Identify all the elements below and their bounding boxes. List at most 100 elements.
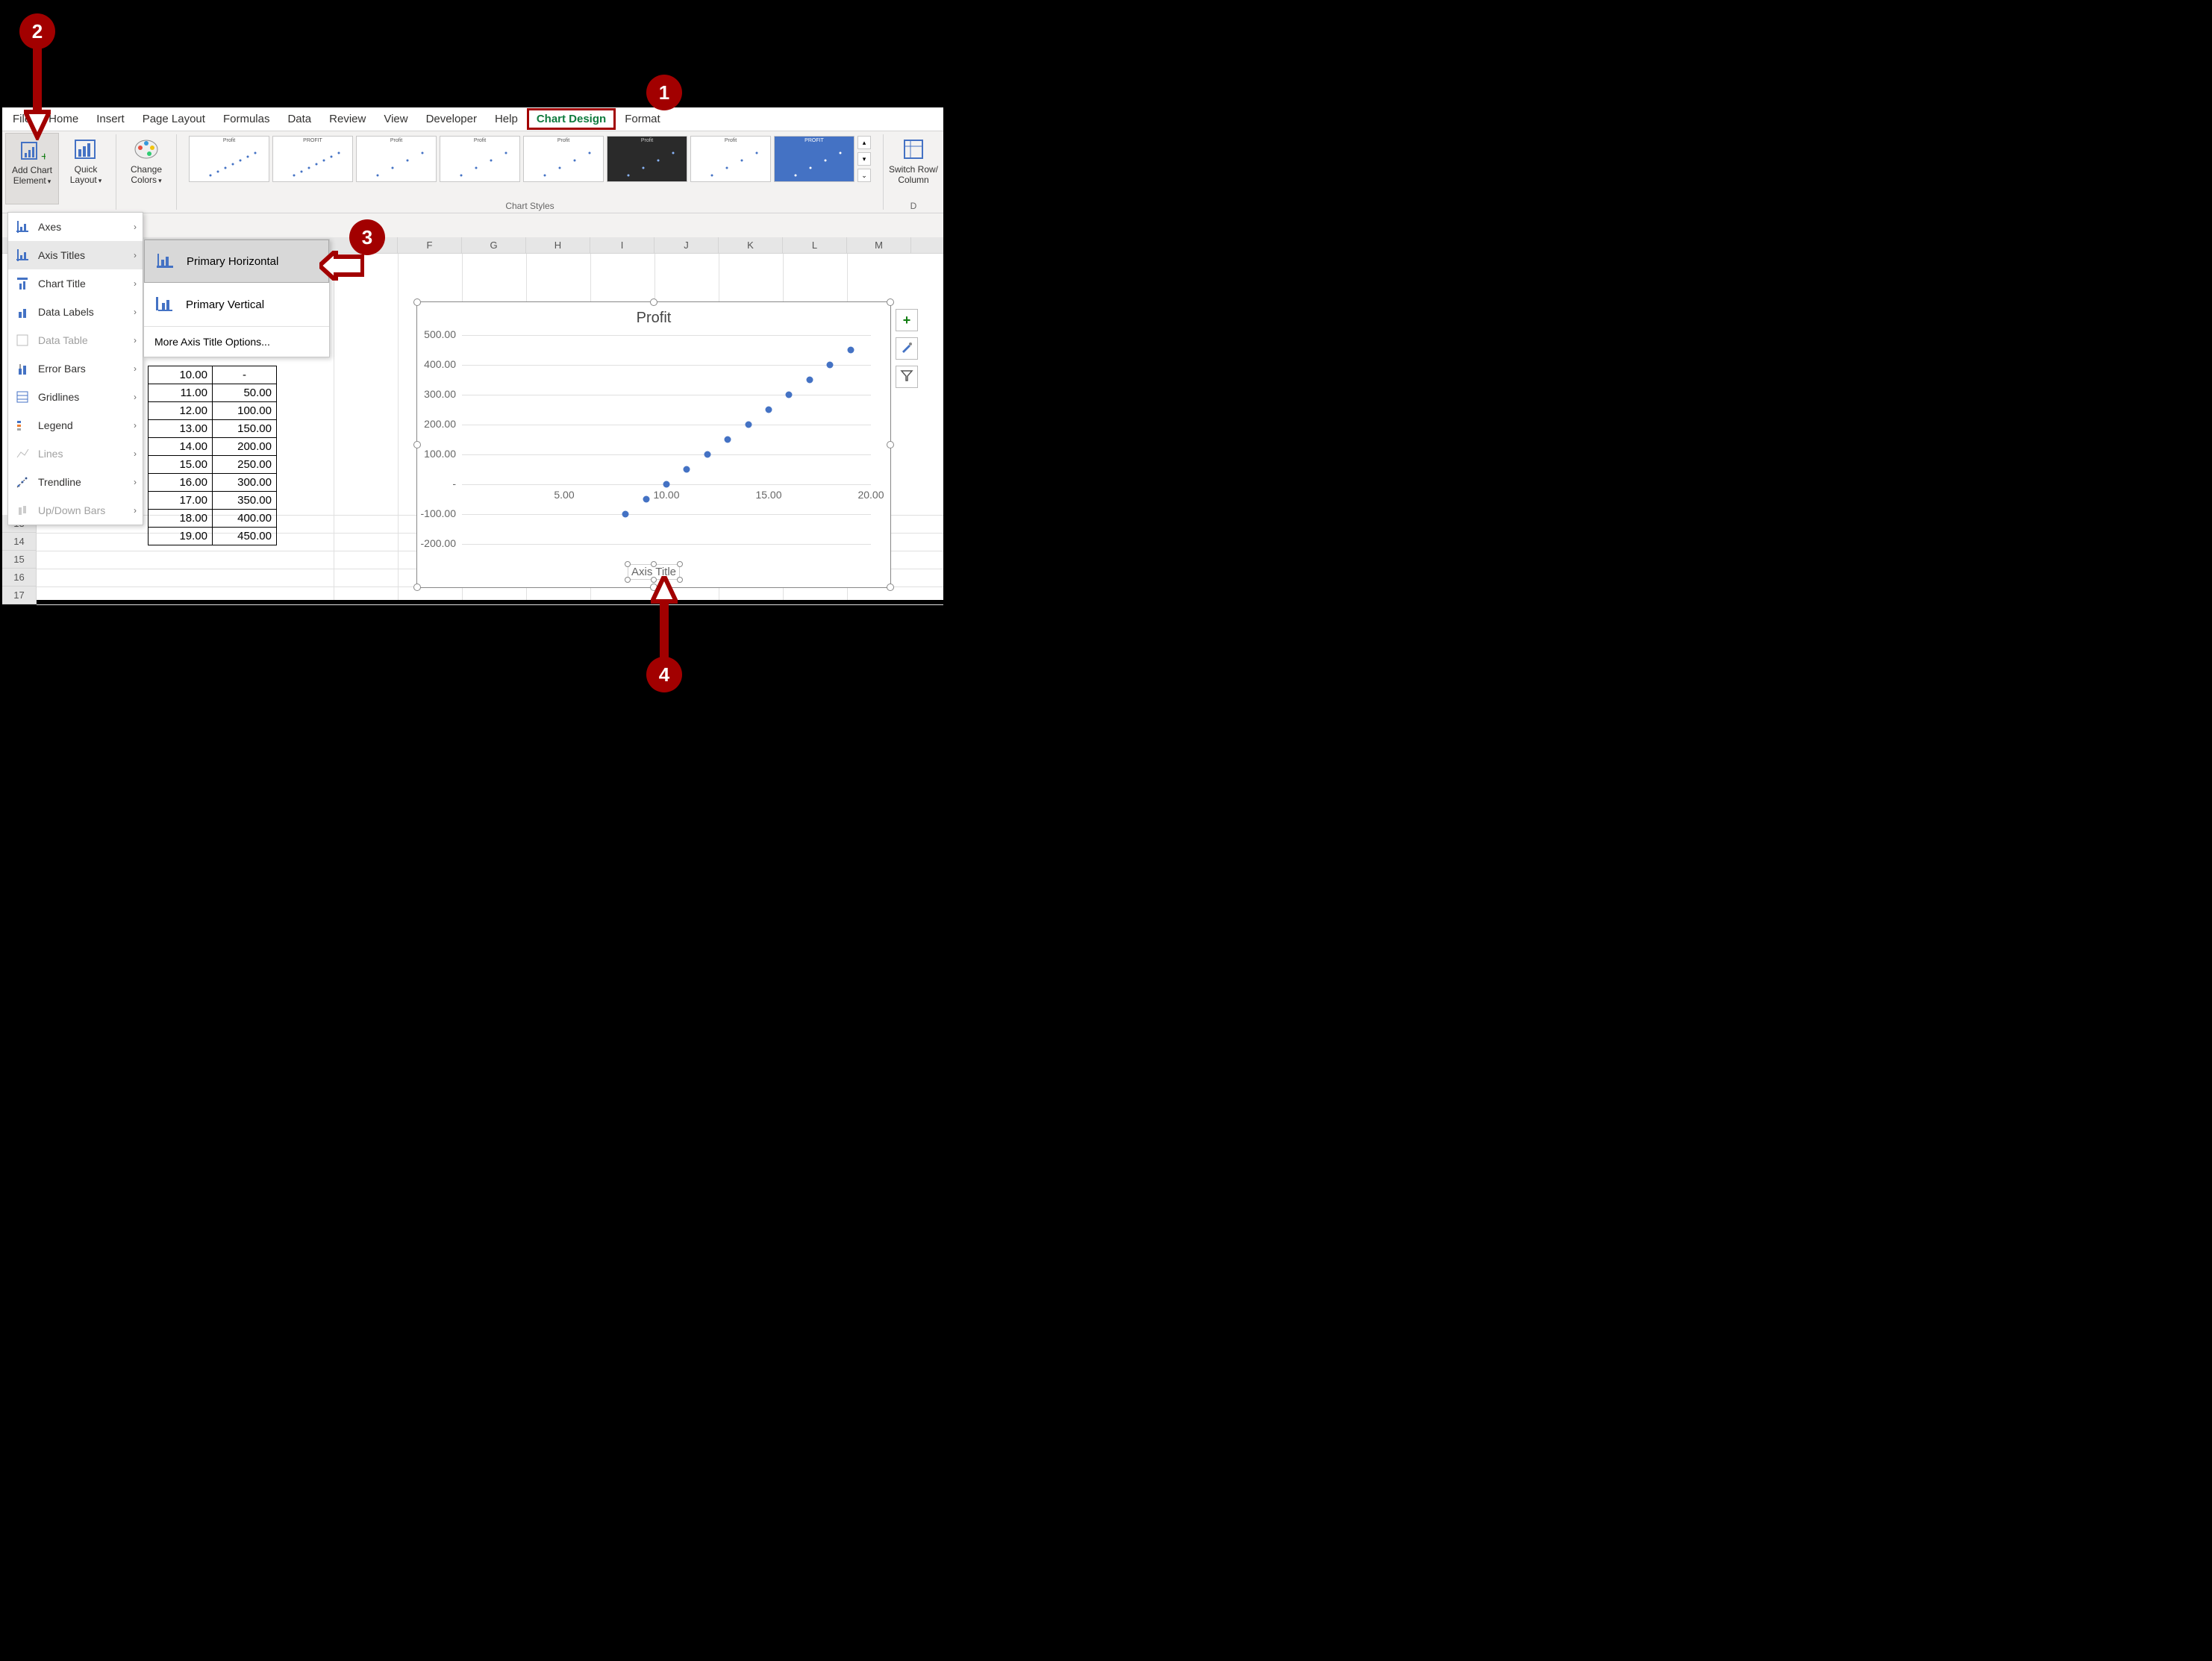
tab-review[interactable]: Review: [320, 109, 375, 129]
tab-developer[interactable]: Developer: [417, 109, 486, 129]
data-point[interactable]: [663, 481, 670, 488]
row-header[interactable]: 15: [2, 551, 37, 569]
data-point[interactable]: [745, 422, 752, 428]
col-header-f[interactable]: F: [398, 237, 462, 253]
col-header-g[interactable]: G: [462, 237, 526, 253]
data-point[interactable]: [622, 511, 629, 518]
menu-axes[interactable]: Axes›: [8, 213, 143, 241]
table-row[interactable]: 14.00200.00: [149, 438, 277, 456]
chart-style-7[interactable]: Profit: [690, 136, 771, 182]
menu-trendline[interactable]: Trendline›: [8, 468, 143, 496]
chart-style-8[interactable]: PROFIT: [774, 136, 855, 182]
chart-title-icon: [14, 275, 31, 292]
data-point[interactable]: [847, 347, 854, 354]
chart-title[interactable]: Profit: [417, 302, 890, 331]
table-row[interactable]: 15.00250.00: [149, 456, 277, 474]
tab-data[interactable]: Data: [278, 109, 320, 129]
tab-formulas[interactable]: Formulas: [214, 109, 279, 129]
x-tick-label: 20.00: [856, 489, 886, 501]
vertical-axis-icon: [154, 295, 175, 313]
submenu-more-options[interactable]: More Axis Title Options...: [144, 326, 329, 357]
menu-chart-title[interactable]: Chart Title›: [8, 269, 143, 298]
chart-style-4[interactable]: Profit: [440, 136, 520, 182]
y-tick-label: 400.00: [411, 358, 456, 370]
y-tick-label: 500.00: [411, 328, 456, 340]
tab-help[interactable]: Help: [486, 109, 527, 129]
submenu-primary-horizontal[interactable]: Primary Horizontal: [144, 240, 329, 283]
plot-area[interactable]: -200.00-100.00-100.00200.00300.00400.005…: [462, 335, 871, 544]
menu-error-bars[interactable]: Error Bars›: [8, 354, 143, 383]
embedded-chart[interactable]: Profit -200.00-100.00-100.00200.00300.00…: [416, 301, 891, 588]
table-row[interactable]: 11.0050.00: [149, 384, 277, 402]
menu-axis-titles[interactable]: Axis Titles›: [8, 241, 143, 269]
data-table[interactable]: 10.00- 11.0050.00 12.00100.00 13.00150.0…: [148, 366, 277, 545]
row-header[interactable]: 14: [2, 533, 37, 551]
data-point[interactable]: [643, 496, 649, 503]
col-header-k[interactable]: K: [719, 237, 783, 253]
row-header[interactable]: 16: [2, 569, 37, 586]
add-chart-element-button[interactable]: + Add Chart Element▾: [5, 133, 59, 204]
tab-insert[interactable]: Insert: [87, 109, 134, 129]
style-scroll-up[interactable]: ▴: [857, 136, 871, 149]
table-row[interactable]: 16.00300.00: [149, 474, 277, 492]
data-table-icon: [14, 332, 31, 348]
axes-icon: [14, 219, 31, 235]
tab-view[interactable]: View: [375, 109, 416, 129]
chevron-right-icon: ›: [134, 222, 137, 232]
y-tick-label: -100.00: [411, 507, 456, 519]
chart-style-5[interactable]: Profit: [523, 136, 604, 182]
table-row[interactable]: 19.00450.00: [149, 528, 277, 545]
table-row[interactable]: 10.00-: [149, 366, 277, 384]
x-tick-label: 5.00: [549, 489, 579, 501]
tab-chart-design[interactable]: Chart Design: [527, 108, 616, 130]
brush-icon: [900, 340, 913, 357]
col-header-m[interactable]: M: [847, 237, 911, 253]
change-colors-button[interactable]: Change Colors▾: [119, 133, 173, 204]
callout-3: 3: [349, 219, 385, 255]
style-more[interactable]: ⌄: [857, 169, 871, 182]
col-header-j[interactable]: J: [654, 237, 719, 253]
col-header-i[interactable]: I: [590, 237, 654, 253]
data-point[interactable]: [827, 362, 834, 369]
chart-style-2[interactable]: PROFIT: [272, 136, 353, 182]
col-header-h[interactable]: H: [526, 237, 590, 253]
data-point[interactable]: [766, 407, 772, 413]
legend-icon: [14, 417, 31, 434]
style-scroll-down[interactable]: ▾: [857, 152, 871, 166]
data-point[interactable]: [786, 392, 793, 398]
error-bars-icon: [14, 360, 31, 377]
chart-style-3[interactable]: Profit: [356, 136, 437, 182]
data-point[interactable]: [725, 437, 731, 443]
y-tick-label: 300.00: [411, 388, 456, 400]
tab-format[interactable]: Format: [616, 109, 669, 129]
data-point[interactable]: [806, 377, 813, 384]
data-point[interactable]: [704, 451, 710, 458]
row-header[interactable]: 17: [2, 586, 37, 604]
menu-data-labels[interactable]: Data Labels›: [8, 298, 143, 326]
data-point[interactable]: [684, 466, 690, 473]
updown-icon: [14, 502, 31, 519]
switch-icon: [900, 136, 927, 163]
table-row[interactable]: 13.00150.00: [149, 420, 277, 438]
menu-legend[interactable]: Legend›: [8, 411, 143, 440]
quick-layout-button[interactable]: Quick Layout▾: [59, 133, 113, 204]
table-row[interactable]: 17.00350.00: [149, 492, 277, 510]
chart-style-1[interactable]: Profit: [189, 136, 269, 182]
chart-elements-button[interactable]: +: [896, 309, 918, 331]
y-tick-label: 100.00: [411, 448, 456, 460]
table-row[interactable]: 12.00100.00: [149, 402, 277, 420]
menu-gridlines[interactable]: Gridlines›: [8, 383, 143, 411]
palette-icon: [133, 136, 160, 163]
chart-styles-button[interactable]: [896, 337, 918, 360]
col-header-l[interactable]: L: [783, 237, 847, 253]
menu-data-table: Data Table›: [8, 326, 143, 354]
table-row[interactable]: 18.00400.00: [149, 510, 277, 528]
tab-page-layout[interactable]: Page Layout: [134, 109, 214, 129]
submenu-primary-vertical[interactable]: Primary Vertical: [144, 283, 329, 326]
switch-row-column-button[interactable]: Switch Row/ Column: [887, 133, 940, 204]
ribbon-tabs: File Home Insert Page Layout Formulas Da…: [2, 107, 943, 131]
callout-2-arrow: [24, 48, 51, 140]
chart-style-6[interactable]: Profit: [607, 136, 687, 182]
chart-filter-button[interactable]: [896, 366, 918, 388]
y-tick-label: -: [411, 478, 456, 489]
